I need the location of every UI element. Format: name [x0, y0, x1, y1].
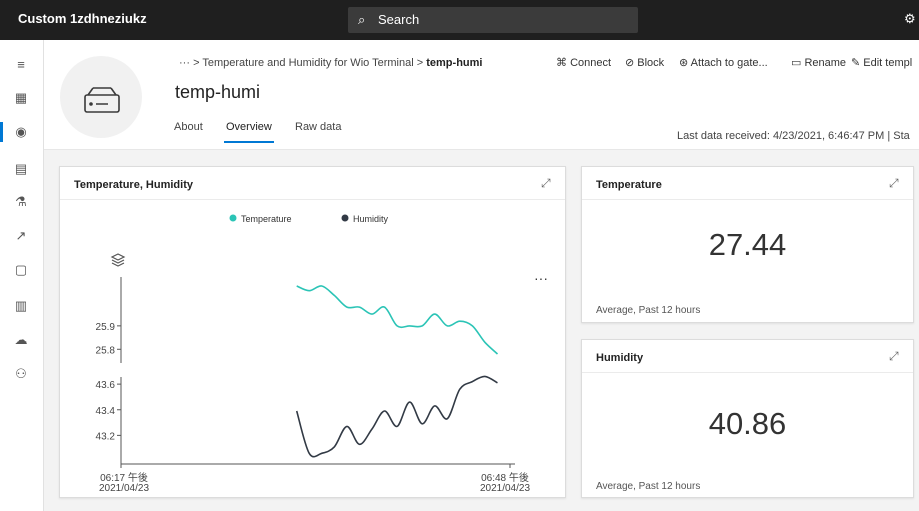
templates-icon[interactable]: ▢: [10, 259, 32, 281]
expand-icon[interactable]: ⤢: [889, 176, 899, 191]
block-label: Block: [637, 57, 665, 69]
temperature-humidity-chart: Temperature Humidity ··· 25.9 25.8 43.6 43.…: [96, 214, 548, 494]
devices-icon[interactable]: ◉: [0, 121, 32, 143]
top-bar: Custom 1zdhneziukz ⌕ Search ⚙: [0, 0, 919, 40]
breadcrumb-separator: >: [193, 57, 200, 69]
breadcrumb-current: temp-humi: [426, 57, 483, 69]
tab-about[interactable]: About: [174, 121, 203, 133]
jobs-icon[interactable]: ▥: [10, 295, 32, 317]
rules-icon[interactable]: ⚗: [10, 191, 32, 213]
y-tick-label-humidity: 43.4: [96, 406, 116, 417]
device-header: ··· > Temperature and Humidity for Wio T…: [44, 40, 919, 150]
device-avatar: [60, 56, 142, 138]
block-icon: ⊘: [625, 57, 635, 69]
y-tick-label-humidity: 43.6: [96, 380, 116, 391]
y-tick-label-temperature: 25.9: [96, 322, 116, 333]
attach-label: Attach to gate...: [690, 57, 768, 69]
edit-label: Edit templ: [863, 57, 913, 69]
attach-to-gateway-button[interactable]: ⊛ Attach to gate...: [679, 56, 768, 69]
data-export-icon[interactable]: ☁: [10, 329, 32, 351]
breadcrumb-parent[interactable]: Temperature and Humidity for Wio Termina…: [202, 57, 413, 69]
temperature-panel-title: Temperature: [596, 179, 662, 191]
humidity-panel-title: Humidity: [596, 352, 644, 364]
attach-icon: ⊛: [679, 57, 689, 69]
layers-icon[interactable]: [110, 253, 126, 267]
humidity-series-line: [295, 375, 498, 458]
trends-icon[interactable]: ↗: [10, 225, 32, 247]
x-tick-end-date: 2021/04/23: [480, 483, 530, 494]
connect-button[interactable]: ⌘ Connect: [556, 56, 611, 69]
device-name: temp-humi: [175, 82, 261, 102]
tab-raw-data[interactable]: Raw data: [295, 121, 341, 133]
rename-icon: ▭: [791, 57, 802, 69]
rename-label: Rename: [804, 57, 847, 69]
left-nav: ≡ ▦ ◉ ▤ ⚗ ↗ ▢ ▥ ☁ ⚇: [0, 40, 44, 511]
last-data-received: Last data received: 4/23/2021, 6:46:47 P…: [677, 130, 910, 142]
y-tick-label-humidity: 43.2: [96, 431, 116, 442]
panel-divider: [582, 199, 913, 200]
humidity-value: 40.86: [708, 406, 787, 441]
y-tick-label-temperature: 25.8: [96, 345, 116, 356]
temperature-humidity-chart-panel: Temperature, Humidity ⤢ Temperature Humi…: [59, 166, 566, 498]
connect-label: Connect: [570, 57, 612, 69]
rename-button[interactable]: ▭ Rename: [791, 56, 846, 69]
plot-area: 25.9 25.8 43.6 43.4 43.2: [96, 277, 515, 468]
humidity-footer: Average, Past 12 hours: [596, 481, 701, 492]
x-tick-start-date: 2021/04/23: [99, 483, 149, 494]
command-bar: ⌘ Connect ⊘ Block ⊛ Attach to gate... ▭ …: [556, 56, 919, 72]
device-icon: [84, 87, 120, 113]
connect-icon: ⌘: [556, 57, 567, 69]
search-icon: ⌕: [358, 12, 366, 27]
edit-icon: ✎: [851, 57, 861, 69]
breadcrumb: ··· > Temperature and Humidity for Wio T…: [179, 57, 482, 69]
legend-marker-temperature: [229, 214, 237, 222]
block-button[interactable]: ⊘ Block: [625, 56, 664, 69]
temperature-kpi-panel: Temperature ⤢ 27.44 Average, Past 12 hou…: [581, 166, 914, 323]
more-options-icon[interactable]: ···: [534, 270, 548, 286]
chart-panel-title: Temperature, Humidity: [74, 179, 193, 191]
temperature-series-line: [296, 285, 499, 355]
expand-icon[interactable]: ⤢: [889, 349, 899, 364]
panel-divider: [582, 372, 913, 373]
tab-overview[interactable]: Overview: [224, 121, 274, 143]
app-title[interactable]: Custom 1zdhneziukz: [18, 11, 147, 26]
legend-temperature[interactable]: Temperature: [241, 214, 292, 224]
temperature-footer: Average, Past 12 hours: [596, 305, 701, 316]
temperature-value: 27.44: [708, 227, 787, 262]
humidity-kpi-panel: Humidity ⤢ 40.86 Average, Past 12 hours: [581, 339, 914, 498]
users-icon[interactable]: ⚇: [10, 363, 32, 385]
search-label: Search: [378, 12, 420, 27]
settings-icon[interactable]: ⚙: [904, 11, 916, 27]
breadcrumb-separator: >: [416, 57, 424, 69]
search-box[interactable]: ⌕ Search: [348, 7, 638, 33]
breadcrumb-ellipsis[interactable]: ···: [179, 57, 190, 69]
legend-marker-humidity: [341, 214, 349, 222]
analytics-icon[interactable]: ▤: [10, 158, 32, 180]
hamburger-menu-icon[interactable]: ≡: [10, 53, 32, 75]
expand-icon[interactable]: ⤢: [541, 176, 551, 191]
edit-template-button[interactable]: ✎ Edit templ: [851, 56, 912, 69]
dashboard-icon[interactable]: ▦: [10, 87, 32, 109]
legend-humidity[interactable]: Humidity: [353, 214, 389, 224]
